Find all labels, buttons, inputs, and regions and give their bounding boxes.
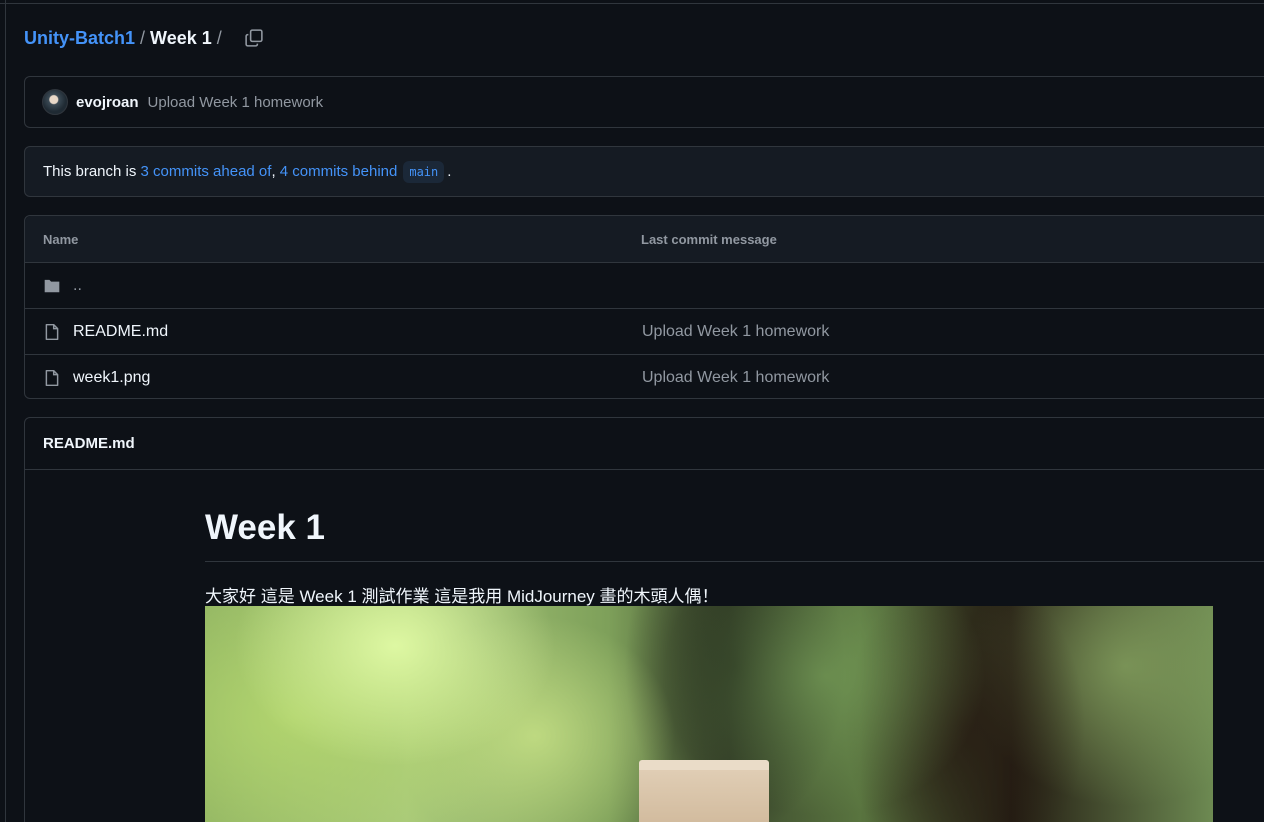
readme-panel: README.md Week 1 大家好 這是 Week 1 測試作業 這是我用…: [24, 417, 1264, 822]
latest-commit-bar: evojroan Upload Week 1 homework: [24, 76, 1264, 128]
file-table: Name Last commit message .. README.md Up…: [24, 215, 1264, 399]
file-icon: [45, 323, 59, 341]
file-name-link[interactable]: README.md: [73, 323, 168, 341]
breadcrumb: Unity-Batch1 / Week 1 /: [24, 26, 267, 50]
folder-icon: [44, 279, 60, 293]
table-row-readme[interactable]: README.md Upload Week 1 homework: [25, 309, 1264, 355]
readme-heading-divider: [205, 561, 1264, 562]
file-name-link[interactable]: ..: [73, 277, 82, 295]
top-divider: [0, 3, 1264, 4]
branch-status-comma: ,: [271, 163, 280, 180]
table-row-week1-image[interactable]: week1.png Upload Week 1 homework: [25, 355, 1264, 400]
readme-header: README.md: [25, 418, 1264, 470]
branch-status-suffix: .: [447, 163, 452, 180]
file-commit-message[interactable]: Upload Week 1 homework: [642, 323, 829, 341]
table-row-parent-directory[interactable]: ..: [25, 263, 1264, 309]
breadcrumb-trailing-separator: /: [216, 27, 222, 48]
commits-ahead-link[interactable]: 3 commits ahead of: [141, 163, 272, 180]
readme-heading: Week 1: [205, 508, 325, 547]
breadcrumb-current-folder: Week 1: [150, 27, 212, 48]
readme-paragraph: 大家好 這是 Week 1 測試作業 這是我用 MidJourney 畫的木頭人…: [205, 587, 719, 606]
file-icon: [45, 369, 59, 387]
commit-author-link[interactable]: evojroan: [76, 94, 139, 111]
breadcrumb-repo-link[interactable]: Unity-Batch1: [24, 28, 135, 49]
wooden-figure: [639, 762, 769, 822]
file-name-link[interactable]: week1.png: [73, 369, 150, 387]
wooden-figure-top: [639, 760, 769, 770]
commit-message-link[interactable]: Upload Week 1 homework: [148, 94, 324, 111]
last-commit-column-header: Last commit message: [641, 232, 777, 247]
file-browser-page: Unity-Batch1 / Week 1 / evojroan Upload …: [0, 0, 1264, 822]
copy-path-button[interactable]: [241, 25, 267, 51]
name-column-header: Name: [43, 232, 79, 247]
readme-image[interactable]: [205, 606, 1213, 822]
file-commit-message[interactable]: Upload Week 1 homework: [642, 369, 829, 387]
file-table-header: Name Last commit message: [25, 216, 1264, 263]
readme-title-link[interactable]: README.md: [43, 435, 135, 452]
branch-status-banner: This branch is 3 commits ahead of , 4 co…: [24, 146, 1264, 197]
base-branch-link[interactable]: main: [403, 160, 445, 183]
avatar[interactable]: [42, 89, 68, 115]
branch-status-prefix: This branch is: [43, 163, 141, 180]
copy-icon: [245, 29, 263, 47]
breadcrumb-separator: /: [140, 27, 146, 48]
commits-behind-link[interactable]: 4 commits behind: [280, 163, 398, 180]
left-divider: [5, 0, 6, 822]
